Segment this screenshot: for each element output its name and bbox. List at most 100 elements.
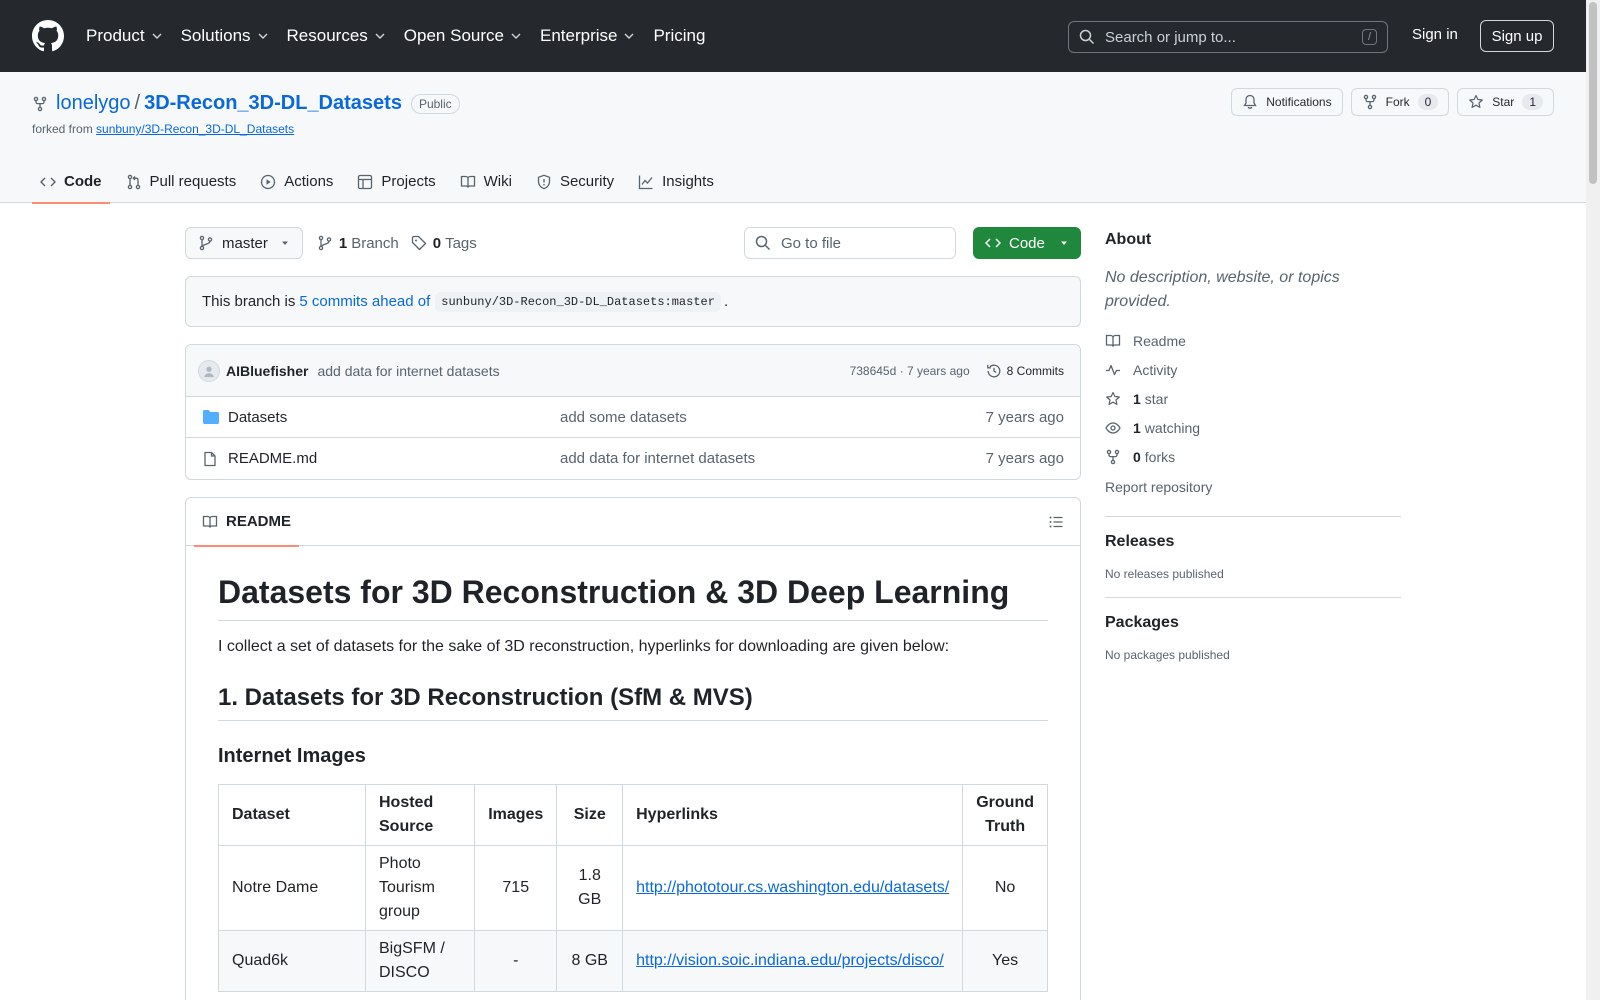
table-cell: http://vision.soic.indiana.edu/projects/… xyxy=(622,930,964,992)
table-cell: 715 xyxy=(474,845,558,931)
file-commit-message[interactable]: add data for internet datasets xyxy=(560,450,755,467)
star-count: 1 xyxy=(1522,94,1543,110)
file-row[interactable]: README.md add data for internet datasets… xyxy=(186,438,1080,479)
activity-link[interactable]: Activity xyxy=(1105,355,1401,384)
column-header: Dataset xyxy=(218,784,366,846)
stars-label: star xyxy=(1144,390,1169,407)
repo-tabs: Code Pull requests Actions Projects Wiki… xyxy=(32,160,730,204)
stars-link[interactable]: 1 star xyxy=(1105,384,1401,413)
tab-actions[interactable]: Actions xyxy=(252,160,341,203)
notifications-button[interactable]: Notifications xyxy=(1231,88,1343,116)
readme-tab[interactable]: README xyxy=(193,498,300,547)
commit-sha-time[interactable]: 738645d · 7 years ago xyxy=(850,364,970,378)
code-dropdown-button[interactable]: Code xyxy=(973,227,1081,259)
dataset-hyperlink[interactable]: http://vision.soic.indiana.edu/projects/… xyxy=(636,952,944,969)
table-row: Quad6k BigSFM / DISCO - 8 GB http://visi… xyxy=(218,930,1048,992)
tab-projects[interactable]: Projects xyxy=(349,160,443,203)
file-toolbar: master 1 Branch 0 Tags Go to file Code xyxy=(185,227,1081,259)
tab-label: Projects xyxy=(381,173,436,190)
table-cell: - xyxy=(474,930,558,992)
scrollbar-thumb[interactable] xyxy=(1589,2,1597,184)
tab-code[interactable]: Code xyxy=(32,160,110,204)
tab-wiki[interactable]: Wiki xyxy=(452,160,520,203)
column-header: Images xyxy=(474,784,558,846)
report-repository-link[interactable]: Report repository xyxy=(1105,473,1401,500)
forked-from-link[interactable]: sunbuny/3D-Recon_3D-DL_Datasets xyxy=(96,122,294,136)
shield-icon xyxy=(536,174,552,190)
forks-link[interactable]: 0 forks xyxy=(1105,442,1401,471)
tab-insights[interactable]: Insights xyxy=(630,160,722,203)
sign-in-link[interactable]: Sign in xyxy=(1412,26,1458,43)
table-header-row: Dataset Hosted Source Images Size Hyperl… xyxy=(218,784,1048,846)
readme-section-heading: 1. Datasets for 3D Reconstruction (SfM &… xyxy=(218,684,1048,721)
readme-link[interactable]: Readme xyxy=(1105,326,1401,355)
file-name-link[interactable]: README.md xyxy=(228,450,560,467)
about-links: Readme Activity 1 star 1 watching 0 fork… xyxy=(1105,326,1401,471)
packages-empty: No packages published xyxy=(1105,648,1230,662)
nav-product[interactable]: Product xyxy=(86,26,163,46)
fork-icon xyxy=(1105,449,1123,465)
nav-enterprise[interactable]: Enterprise xyxy=(540,26,635,46)
table-icon xyxy=(357,174,373,190)
fork-button[interactable]: Fork 0 xyxy=(1350,88,1450,116)
file-row[interactable]: Datasets add some datasets 7 years ago xyxy=(186,397,1080,438)
repo-actions: Notifications Fork 0 Star 1 xyxy=(1231,88,1554,116)
ahead-compare-link[interactable]: 5 commits ahead of xyxy=(299,293,430,310)
file-icon xyxy=(202,451,220,467)
tab-security[interactable]: Security xyxy=(528,160,622,203)
nav-solutions[interactable]: Solutions xyxy=(181,26,269,46)
nav-resources[interactable]: Resources xyxy=(287,26,386,46)
commit-author-link[interactable]: AIBluefisher xyxy=(226,363,308,379)
commits-history-link[interactable]: 8 Commits xyxy=(986,363,1064,379)
nav-label: Open Source xyxy=(403,26,504,45)
divider xyxy=(1105,516,1401,517)
tab-label: Security xyxy=(559,173,615,190)
file-commit-date: 7 years ago xyxy=(985,408,1064,426)
search-shortcut-hint: / xyxy=(1361,29,1377,45)
search-input[interactable]: Search or jump to... / xyxy=(1068,21,1388,53)
history-icon xyxy=(986,363,1002,379)
sign-up-button[interactable]: Sign up xyxy=(1480,20,1554,52)
branches-link[interactable]: 1 Branch xyxy=(317,235,399,252)
avatar[interactable] xyxy=(198,359,220,382)
repo-title: lonelygo / 3D-Recon_3D-DL_Datasets Publi… xyxy=(32,92,460,115)
branch-selector[interactable]: master xyxy=(185,227,303,259)
tab-label: Actions xyxy=(284,173,334,190)
github-logo-icon[interactable] xyxy=(32,20,64,52)
column-header: Ground Truth xyxy=(962,784,1048,846)
file-commit-message[interactable]: add some datasets xyxy=(560,409,687,426)
page-scrollbar[interactable] xyxy=(1586,0,1600,1000)
branch-icon xyxy=(317,235,333,251)
book-icon xyxy=(1105,333,1123,349)
commits-count: 8 Commits xyxy=(1006,363,1064,378)
go-to-file-input[interactable]: Go to file xyxy=(744,227,956,259)
tags-link[interactable]: 0 Tags xyxy=(411,235,477,252)
readme-panel: README Datasets for 3D Reconstruction & … xyxy=(185,497,1081,1000)
repo-name-link[interactable]: 3D-Recon_3D-DL_Datasets xyxy=(144,92,402,115)
forked-prefix: forked from xyxy=(32,122,93,136)
packages-heading[interactable]: Packages xyxy=(1105,614,1401,632)
readme-link-label: Readme xyxy=(1133,332,1186,349)
list-unordered-icon[interactable] xyxy=(1048,514,1064,530)
star-button[interactable]: Star 1 xyxy=(1457,88,1554,116)
about-sidebar: About No description, website, or topics… xyxy=(1105,231,1401,662)
tag-icon xyxy=(411,235,427,251)
watching-link[interactable]: 1 watching xyxy=(1105,413,1401,442)
repo-header: lonelygo / 3D-Recon_3D-DL_Datasets Publi… xyxy=(0,72,1600,204)
nav-open-source[interactable]: Open Source xyxy=(404,26,522,46)
releases-heading[interactable]: Releases xyxy=(1105,533,1401,551)
table-cell: 1.8 GB xyxy=(556,845,624,931)
search-icon xyxy=(1079,29,1095,45)
commit-message-link[interactable]: add data for internet datasets xyxy=(317,363,499,379)
tab-pull-requests[interactable]: Pull requests xyxy=(118,160,245,203)
nav-label: Product xyxy=(86,26,145,45)
global-header: Product Solutions Resources Open Source … xyxy=(0,0,1600,72)
file-name-link[interactable]: Datasets xyxy=(228,409,560,426)
watching-count: 1 xyxy=(1133,419,1141,436)
star-icon xyxy=(1468,94,1484,110)
nav-pricing[interactable]: Pricing xyxy=(653,26,705,46)
branch-name: master xyxy=(222,234,268,252)
nav-label: Solutions xyxy=(180,26,251,45)
repo-owner-link[interactable]: lonelygo xyxy=(56,92,131,115)
dataset-hyperlink[interactable]: http://phototour.cs.washington.edu/datas… xyxy=(636,879,949,896)
